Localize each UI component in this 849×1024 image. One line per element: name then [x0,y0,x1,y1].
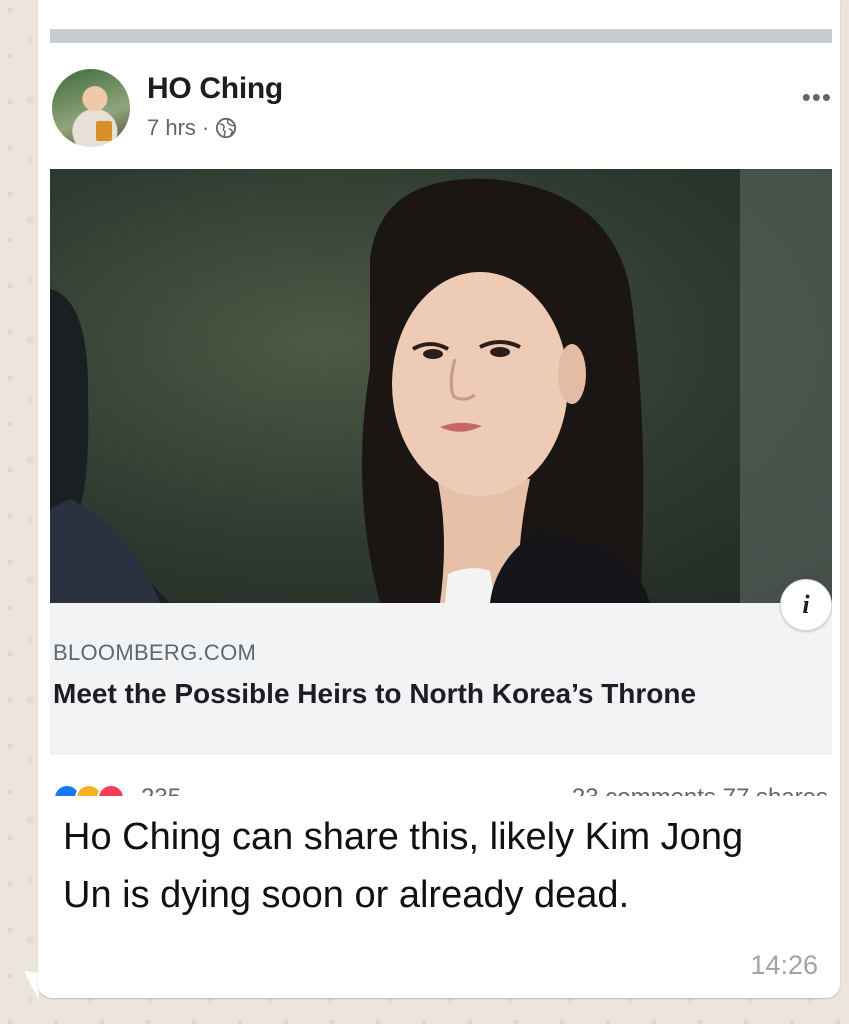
link-title[interactable]: Meet the Possible Heirs to North Korea’s… [53,675,773,713]
message-bubble[interactable]: HO Ching 7 hrs · ••• i BLOOMBERG.COM Mee… [38,0,840,998]
meta-separator: · [201,115,210,140]
reaction-icons[interactable] [53,784,125,796]
info-icon[interactable]: i [780,579,832,631]
message-text: Ho Ching can share this, likely Kim Jong… [63,816,744,916]
reaction-count[interactable]: 235 [141,784,181,796]
post-meta: 7 hrs · [147,115,237,141]
article-image[interactable] [50,169,832,603]
poster-name[interactable]: HO Ching [147,72,283,106]
love-reaction-icon [97,784,125,796]
more-icon[interactable]: ••• [802,82,832,113]
link-domain: BLOOMBERG.COM [53,640,257,665]
comments-shares-count[interactable]: 23 comments 77 shares [572,784,828,796]
post-time: 7 hrs [147,115,196,140]
poster-avatar[interactable] [52,69,130,147]
shared-post-screenshot[interactable]: HO Ching 7 hrs · ••• i BLOOMBERG.COM Mee… [50,14,832,796]
screenshot-top-bar [50,29,832,43]
reactions-row: 235 23 comments 77 shares [53,784,832,796]
globe-icon [216,117,237,139]
message-time: 14:26 [750,950,818,980]
